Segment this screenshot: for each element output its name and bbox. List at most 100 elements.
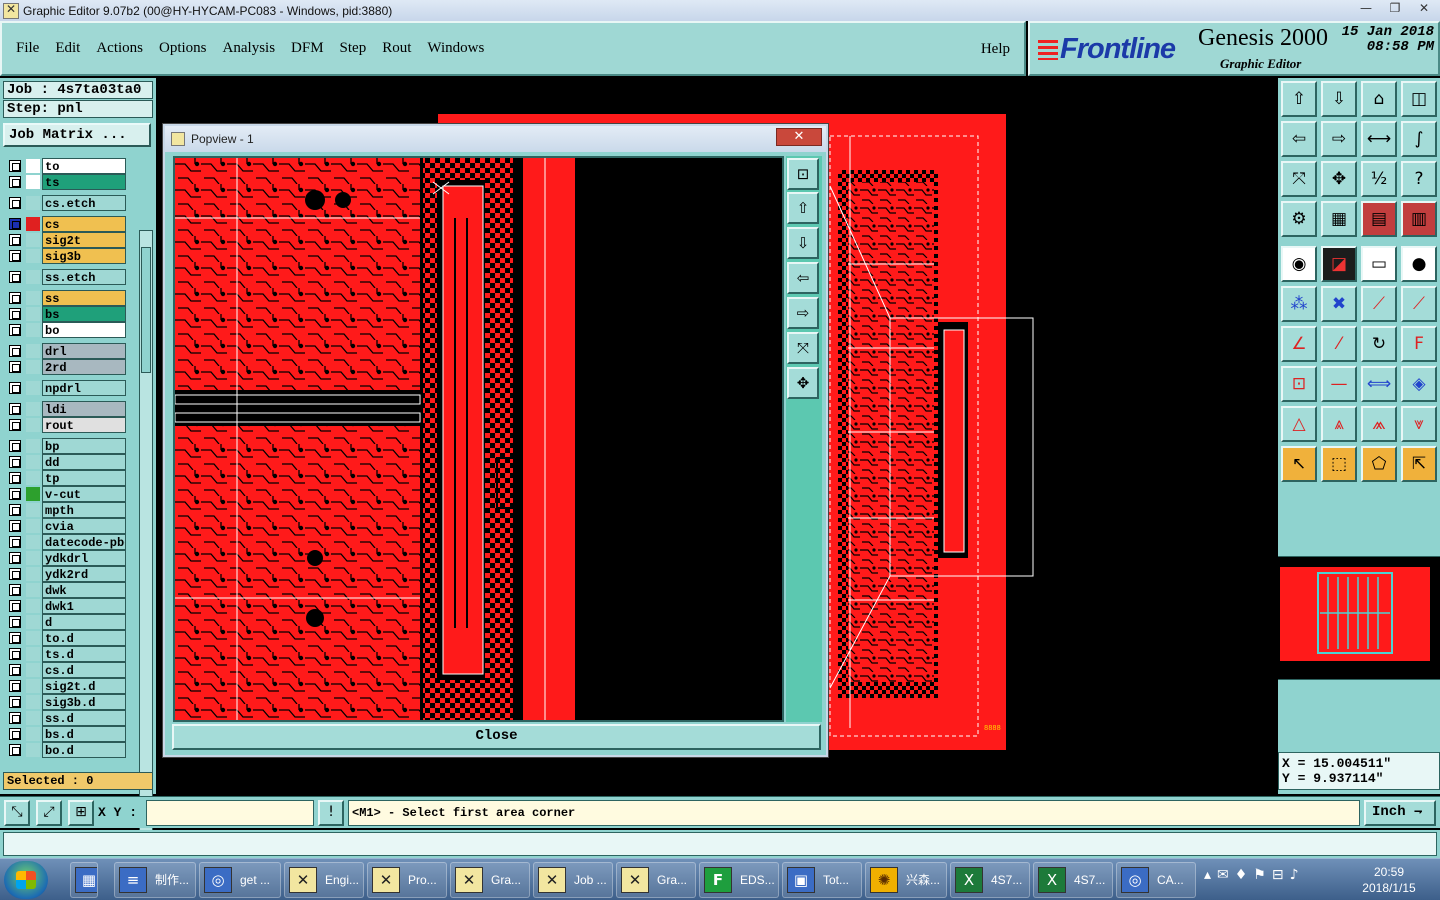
taskbar-item[interactable]: ✕ Job ... [533, 862, 613, 898]
layer-name[interactable]: ydk2rd [42, 566, 126, 582]
layer-row[interactable]: bs.d [6, 726, 126, 742]
layer-checkbox[interactable] [9, 472, 21, 484]
layer-name[interactable]: ss [42, 290, 126, 306]
taskbar-item[interactable]: X 4S7... [950, 862, 1030, 898]
menu-analysis[interactable]: Analysis [223, 40, 276, 57]
layer-checkbox[interactable] [9, 552, 21, 564]
layer-row[interactable]: d [6, 614, 126, 630]
taskbar-clock[interactable]: 20:59 2018/1/15 [1354, 864, 1424, 896]
layer-name[interactable]: sig2t.d [42, 678, 126, 694]
system-tray[interactable]: ▴✉♦⚑⊟♪ [1204, 867, 1305, 883]
help-icon[interactable]: ? [1401, 161, 1437, 197]
layer-checkbox[interactable] [9, 440, 21, 452]
popview-close-button[interactable]: Close [172, 724, 821, 750]
dimension-icon[interactable]: ⟺ [1361, 366, 1397, 402]
layer-checkbox[interactable] [9, 744, 21, 756]
layer-row[interactable]: datecode-pbc [6, 534, 126, 550]
line-point-icon[interactable]: ⟋ [1361, 286, 1397, 322]
layer-name[interactable]: dd [42, 454, 126, 470]
layer-name[interactable]: bs [42, 306, 126, 322]
layer-scrollbar[interactable] [139, 230, 153, 846]
popview-canvas[interactable] [173, 156, 784, 722]
layer-name[interactable]: ss.etch [42, 269, 126, 285]
layer-row[interactable]: sig3b [6, 248, 126, 264]
window-close-button[interactable]: ✕ [1410, 0, 1438, 18]
layer-row[interactable]: ydk2rd [6, 566, 126, 582]
ruler-icon[interactable]: ▭ [1361, 246, 1397, 282]
taskbar-item[interactable]: ◎ get ... [199, 862, 281, 898]
rotate-icon[interactable]: ↻ [1361, 326, 1397, 362]
layer-checkbox[interactable] [9, 680, 21, 692]
menu-options[interactable]: Options [159, 40, 207, 57]
pan-left-icon[interactable]: ⇦ [1281, 121, 1317, 157]
layer-name[interactable]: cs [42, 216, 126, 232]
connect-icon[interactable]: ⁂ [1281, 286, 1317, 322]
layer-checkbox[interactable] [9, 197, 21, 209]
menu-help[interactable]: Help [981, 41, 1010, 58]
layer-row[interactable]: ts.d [6, 646, 126, 662]
menu-actions[interactable]: Actions [96, 40, 143, 57]
layer-name[interactable]: cs.etch [42, 195, 126, 211]
layer-checkbox[interactable] [9, 176, 21, 188]
layer-checkbox[interactable] [9, 616, 21, 628]
layer-row[interactable]: tp [6, 470, 126, 486]
layer-checkbox[interactable] [9, 292, 21, 304]
layer-row[interactable]: ss [6, 290, 126, 306]
taskbar-item[interactable]: ✕ Engi... [284, 862, 364, 898]
minimize-button[interactable]: — [1352, 0, 1380, 18]
popview-title-bar[interactable]: Popview - 1 ✕ [165, 126, 826, 152]
taskbar-item[interactable]: ▣ Tot... [782, 862, 862, 898]
layer-name[interactable]: 2rd [42, 359, 126, 375]
pv-center-icon[interactable]: ✥ [787, 367, 819, 399]
arch-line-icon[interactable]: ⩔ [1401, 406, 1437, 442]
slash-icon[interactable]: ⁄ [1321, 326, 1357, 362]
layer-row[interactable]: cs.etch [6, 195, 126, 211]
layer-name[interactable]: ydkdrl [42, 550, 126, 566]
layer-compare-icon[interactable]: ▥ [1401, 201, 1437, 237]
pv-up-icon[interactable]: ⇧ [787, 192, 819, 224]
unit-selector[interactable]: Inch ⇁ [1364, 800, 1436, 826]
grid-icon[interactable]: ▦ [1321, 201, 1357, 237]
alert-icon[interactable]: ! [318, 800, 344, 826]
layer-checkbox[interactable] [9, 600, 21, 612]
pad-icon[interactable]: ◉ [1281, 246, 1317, 282]
layer-name[interactable]: ldi [42, 401, 126, 417]
layer-row[interactable]: ldi [6, 401, 126, 417]
layer-checkbox[interactable] [9, 456, 21, 468]
menu-step[interactable]: Step [340, 40, 367, 57]
popview-close-x-button[interactable]: ✕ [776, 128, 822, 146]
layer-row[interactable]: sig2t [6, 232, 126, 248]
layer-name[interactable]: npdrl [42, 380, 126, 396]
layer-checkbox[interactable] [9, 345, 21, 357]
pan-right-icon[interactable]: ⇨ [1321, 121, 1357, 157]
menu-file[interactable]: File [16, 40, 39, 57]
layer-row[interactable]: cvia [6, 518, 126, 534]
grid-snap-icon[interactable]: ⊞ [68, 800, 94, 826]
layer-name[interactable]: v-cut [42, 486, 126, 502]
layer-name[interactable]: bp [42, 438, 126, 454]
taskbar-item[interactable]: ◎ CA... [1116, 862, 1196, 898]
layer-name[interactable]: mpth [42, 502, 126, 518]
layer-row[interactable]: bo [6, 322, 126, 338]
start-button[interactable] [4, 861, 48, 899]
settings-icon[interactable]: ⚙ [1281, 201, 1317, 237]
layer-checkbox[interactable] [9, 696, 21, 708]
zoom-home-icon[interactable]: ✥ [1321, 161, 1357, 197]
view-home-icon[interactable]: ⇧ [1281, 81, 1317, 117]
layer-name[interactable]: ts [42, 174, 126, 190]
measure-line-icon[interactable]: ◪ [1321, 246, 1357, 282]
shapes-icon[interactable]: ◈ [1401, 366, 1437, 402]
layer-name[interactable]: ss.d [42, 710, 126, 726]
layer-row[interactable]: rout [6, 417, 126, 433]
menu-rout[interactable]: Rout [382, 40, 411, 57]
layer-checkbox[interactable] [9, 218, 21, 230]
layer-checkbox[interactable] [9, 271, 21, 283]
snap-icon[interactable]: ∫ [1401, 121, 1437, 157]
line-add-icon[interactable]: ⟋ [1401, 286, 1437, 322]
node-icon[interactable]: ⊡ [1281, 366, 1317, 402]
layer-name[interactable]: datecode-pbc [42, 534, 126, 550]
arch-icon[interactable]: ⩕ [1361, 406, 1397, 442]
layer-name[interactable]: d [42, 614, 126, 630]
zoom-fit-icon[interactable]: ⤧ [1281, 161, 1317, 197]
dot-icon[interactable]: ● [1401, 246, 1437, 282]
